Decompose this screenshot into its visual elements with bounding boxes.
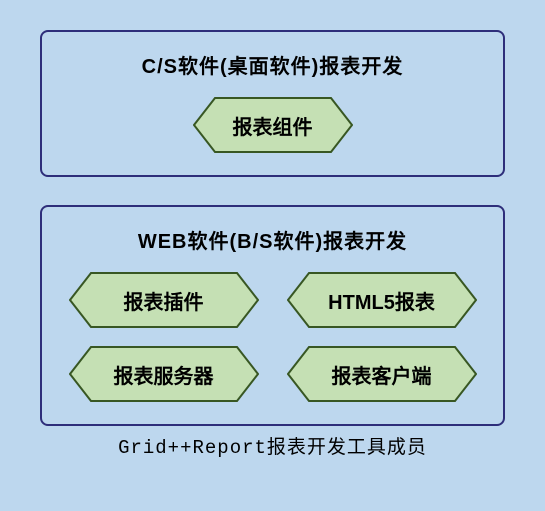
cs-row: 报表组件	[62, 97, 483, 153]
hex-label: HTML5报表	[324, 286, 439, 315]
hex-report-client: 报表客户端	[287, 346, 477, 402]
diagram-caption: Grid++Report报表开发工具成员	[40, 432, 505, 459]
hex-label: 报表服务器	[110, 360, 218, 389]
hex-html5-report: HTML5报表	[287, 272, 477, 328]
web-row-1: 报表插件 HTML5报表	[62, 272, 483, 328]
hex-label: 报表客户端	[328, 360, 436, 389]
hex-report-component: 报表组件	[193, 97, 353, 153]
web-panel-title: WEB软件(B/S软件)报表开发	[138, 225, 407, 254]
hex-report-server: 报表服务器	[69, 346, 259, 402]
web-panel: WEB软件(B/S软件)报表开发 报表插件 HTML5报表 报表服务器 报表客户…	[40, 205, 505, 426]
web-row-2: 报表服务器 报表客户端	[62, 346, 483, 402]
cs-panel-title: C/S软件(桌面软件)报表开发	[142, 50, 404, 79]
cs-panel: C/S软件(桌面软件)报表开发 报表组件	[40, 30, 505, 177]
hex-report-plugin: 报表插件	[69, 272, 259, 328]
hex-label: 报表插件	[120, 286, 208, 315]
hex-label: 报表组件	[229, 111, 317, 140]
